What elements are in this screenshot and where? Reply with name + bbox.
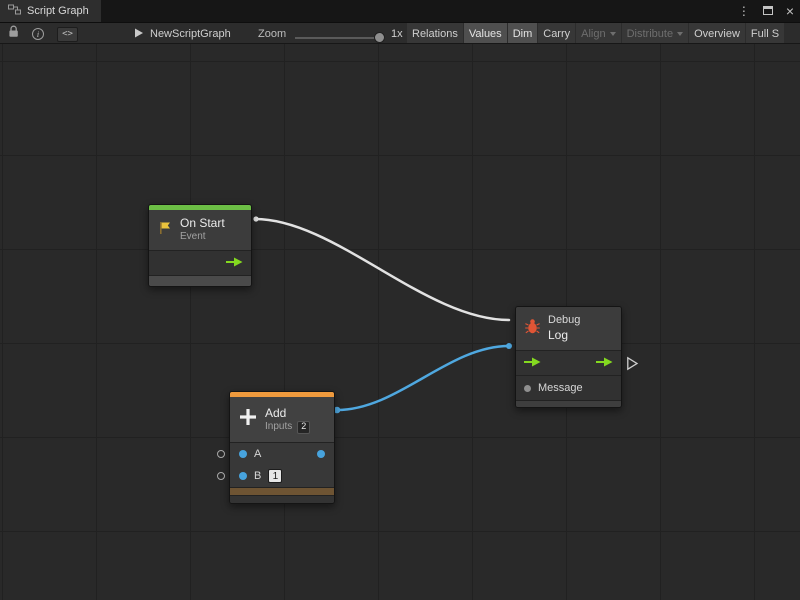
- node-footer[interactable]: [149, 275, 251, 286]
- value-connection-add-to-message[interactable]: [337, 346, 509, 410]
- fullscreen-button[interactable]: Full S: [746, 23, 784, 44]
- flow-output-port[interactable]: [226, 254, 243, 272]
- wire-layer: [0, 44, 800, 600]
- graph-toolbar: i <> NewScriptGraph Zoom 1x Relations Va…: [0, 22, 800, 44]
- button-label: Relations: [412, 28, 458, 40]
- port-label: B: [254, 470, 261, 482]
- button-label: Dim: [513, 28, 533, 40]
- button-label: Align: [581, 28, 605, 40]
- value-input-port-b[interactable]: [239, 472, 247, 480]
- value-input-port-a[interactable]: [239, 450, 247, 458]
- button-label: Overview: [694, 28, 740, 40]
- message-input-row: Message: [516, 375, 621, 400]
- node-header: On Start Event: [149, 210, 251, 250]
- node-header: Add Inputs 2: [230, 397, 334, 442]
- chevron-down-icon: [677, 32, 683, 36]
- distribute-button[interactable]: Distribute: [622, 23, 688, 44]
- graph-asset-icon: [133, 27, 145, 42]
- node-add[interactable]: Add Inputs 2 A B 1: [229, 391, 335, 504]
- chevron-down-icon: [610, 32, 616, 36]
- flow-output-port[interactable]: [596, 354, 613, 372]
- port-label: Message: [538, 382, 583, 394]
- control-output-row: [149, 250, 251, 275]
- zoom-slider-track[interactable]: [295, 37, 385, 39]
- button-label: Full S: [751, 28, 779, 40]
- relations-button[interactable]: Relations: [407, 23, 463, 44]
- graph-name-label: NewScriptGraph: [150, 28, 231, 40]
- port-row-b: B 1: [230, 465, 334, 487]
- node-footer[interactable]: [516, 400, 621, 407]
- maximize-icon[interactable]: [763, 2, 773, 20]
- flow-connection-onstart-to-log[interactable]: [255, 219, 509, 320]
- plus-icon: [238, 407, 258, 432]
- node-title: Debug: [548, 314, 580, 328]
- node-subtitle: Event: [180, 231, 225, 244]
- port-row-a: A: [230, 443, 334, 465]
- carry-button[interactable]: Carry: [538, 23, 575, 44]
- node-on-start-event[interactable]: On Start Event: [148, 204, 252, 287]
- zoom-slider-handle[interactable]: [374, 32, 385, 43]
- node-header: Debug Log: [516, 307, 621, 350]
- graph-canvas[interactable]: On Start Event: [0, 44, 800, 600]
- dim-button[interactable]: Dim: [508, 23, 538, 44]
- inputs-label: Inputs: [265, 421, 292, 434]
- unconnected-port-indicator-b[interactable]: [217, 472, 225, 480]
- value-output-port[interactable]: [317, 450, 325, 458]
- titlebar: Script Graph ⋮ ×: [0, 0, 800, 22]
- zoom-label: Zoom: [258, 28, 286, 40]
- tab-label: Script Graph: [27, 5, 89, 17]
- node-title: On Start: [180, 216, 225, 231]
- graph-name-group[interactable]: NewScriptGraph: [133, 23, 231, 44]
- unconnected-flow-indicator[interactable]: [626, 356, 639, 371]
- button-label: Distribute: [627, 28, 673, 40]
- inline-value-field[interactable]: 1: [268, 469, 282, 483]
- overview-button[interactable]: Overview: [689, 23, 745, 44]
- unconnected-port-indicator-a[interactable]: [217, 450, 225, 458]
- node-subtitle: Log: [548, 328, 580, 343]
- align-button[interactable]: Align: [576, 23, 620, 44]
- graph-window-icon: [8, 4, 21, 18]
- node-footer[interactable]: [230, 495, 334, 503]
- flow-input-port[interactable]: [524, 354, 541, 372]
- info-icon[interactable]: i: [32, 28, 44, 40]
- code-icon[interactable]: <>: [57, 27, 78, 42]
- menu-kebab-icon[interactable]: ⋮: [738, 5, 750, 17]
- value-ports-section: A B 1: [230, 442, 334, 487]
- button-label: Carry: [543, 28, 570, 40]
- node-footer-highlight: [230, 487, 334, 495]
- wire-endpoint: [506, 343, 512, 349]
- values-button[interactable]: Values: [464, 23, 507, 44]
- close-icon[interactable]: ×: [786, 4, 794, 18]
- control-flow-row: [516, 350, 621, 375]
- wire-endpoint: [253, 216, 258, 221]
- flag-icon: [157, 220, 173, 241]
- node-title: Add: [265, 406, 310, 421]
- toolbar-buttons: Relations Values Dim Carry Align Distrib…: [407, 23, 784, 44]
- zoom-value: 1x: [391, 28, 403, 40]
- script-graph-window: Script Graph ⋮ × i <> NewScriptGraph Zoo…: [0, 0, 800, 600]
- maximize-glyph: [763, 6, 773, 15]
- button-label: Values: [469, 28, 502, 40]
- toolbar-left-icons: i <>: [8, 23, 78, 44]
- inputs-count-field[interactable]: 2: [297, 421, 310, 434]
- tab-script-graph[interactable]: Script Graph: [0, 0, 101, 22]
- message-input-port[interactable]: [524, 385, 531, 392]
- window-controls: ⋮ ×: [738, 0, 794, 22]
- lock-icon[interactable]: [8, 25, 19, 43]
- bug-icon: [524, 318, 541, 340]
- port-label: A: [254, 448, 261, 460]
- node-debug-log[interactable]: Debug Log Message: [515, 306, 622, 408]
